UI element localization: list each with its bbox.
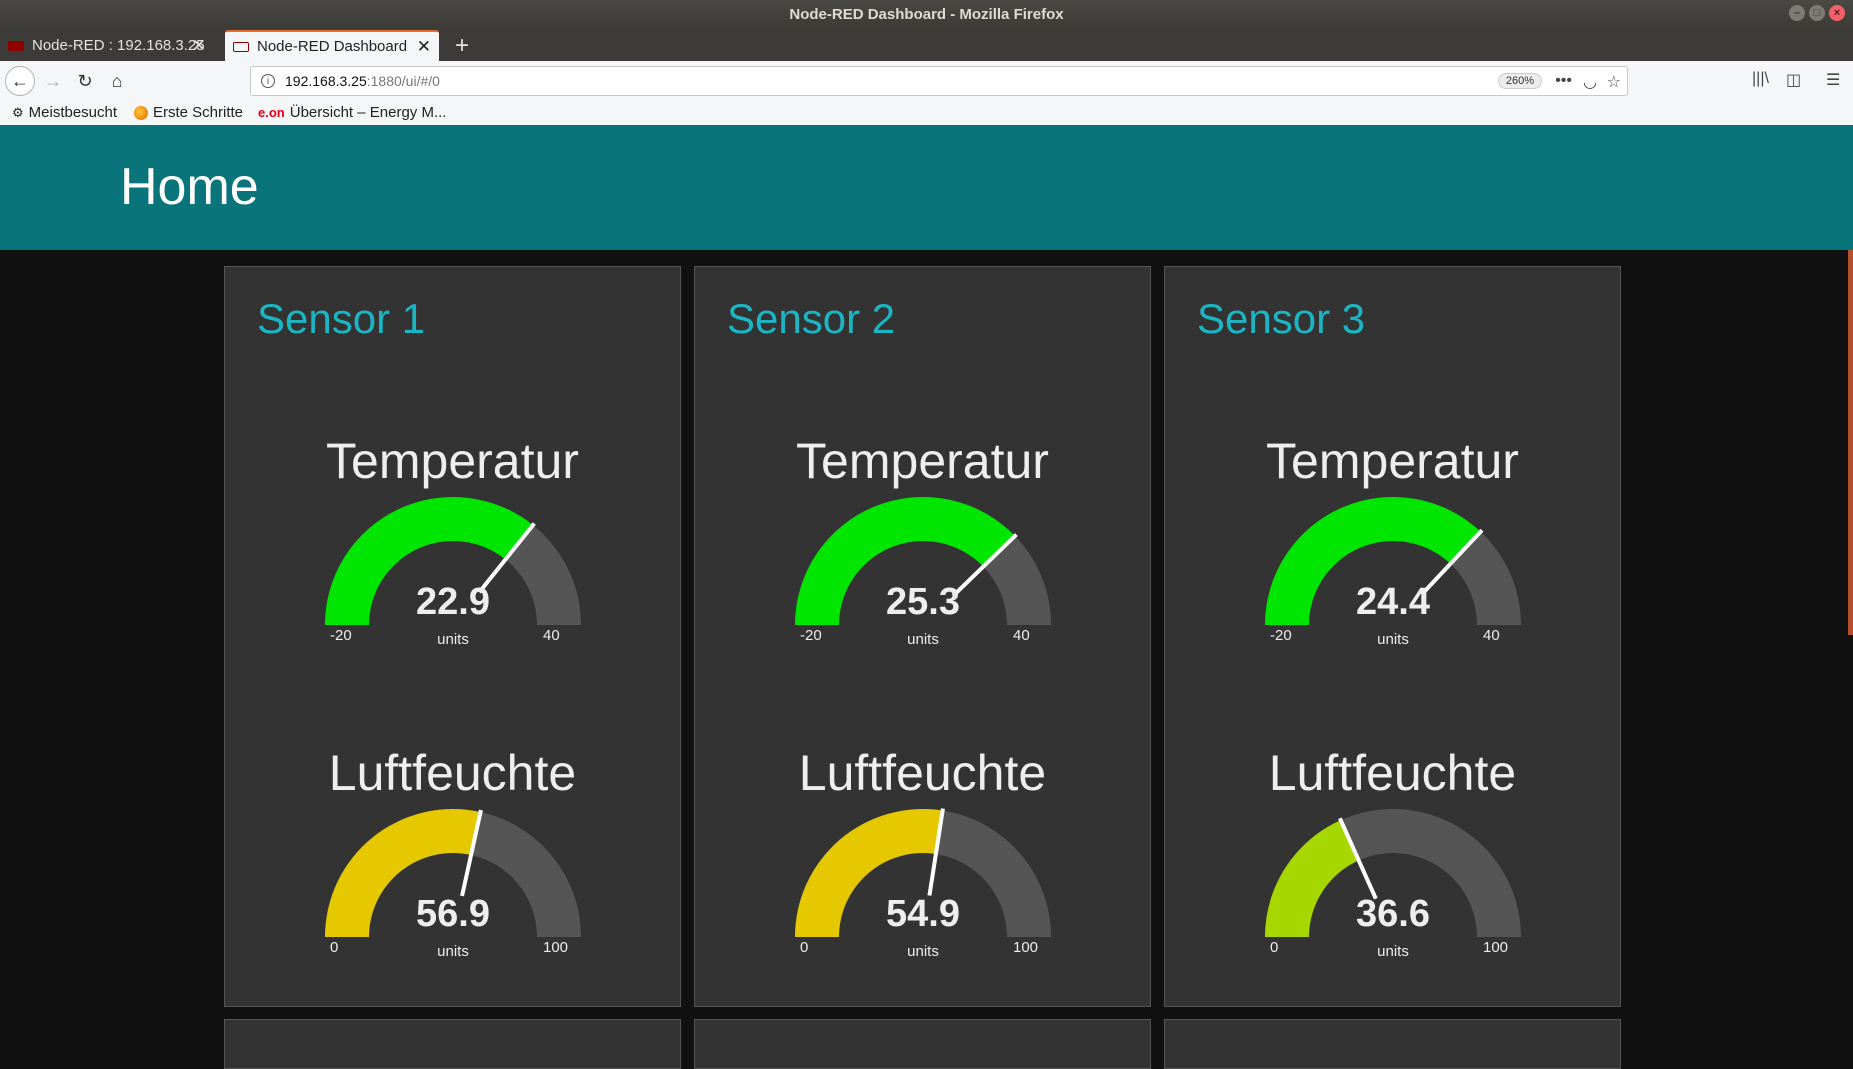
gauge-title: Temperatur	[1266, 433, 1519, 489]
bookmark-label: Übersicht – Energy M...	[289, 104, 447, 121]
gauge-max: 40	[1483, 627, 1500, 644]
bookmarks-bar: ⚙ Meistbesucht Erste Schritte e.on Übers…	[0, 101, 1853, 125]
back-icon[interactable]: ←	[5, 66, 35, 96]
close-tab-icon[interactable]: ✕	[192, 36, 206, 56]
tab-node-red-dashboard[interactable]: Node-RED Dashboard ✕	[225, 30, 439, 61]
gauge-title: Luftfeuchte	[1268, 745, 1517, 801]
close-window-icon[interactable]: ×	[1829, 5, 1845, 21]
humidity-gauge: 54.9 units 0 100	[790, 807, 1056, 960]
page-title: Home	[120, 158, 259, 216]
url-bar[interactable]: i 192.168.3.25 :1880/ui/#/0 260% ••• ◡ ☆	[250, 66, 1628, 96]
gauge-value: 56.9	[416, 893, 490, 935]
hamburger-menu-icon[interactable]: ☰	[1826, 70, 1840, 90]
temperature-gauge: 25.3 units -20 40	[790, 495, 1056, 648]
node-red-icon	[8, 39, 24, 53]
sensor-card: Sensor 1 Temperatur 22.9 units -20 40 Lu…	[224, 266, 681, 1007]
gauge-title: Temperatur	[326, 433, 579, 489]
forward-icon[interactable]: →	[40, 68, 66, 94]
node-red-icon	[233, 40, 249, 54]
gauge-max: 100	[543, 939, 569, 956]
library-icon[interactable]: |||\	[1752, 70, 1769, 88]
gauge-value: 54.9	[886, 893, 960, 935]
window-titlebar: Node-RED Dashboard - Mozilla Firefox – □…	[0, 0, 1853, 28]
bookmark-label: Meistbesucht	[28, 104, 118, 121]
dashboard-header: Home	[0, 125, 1853, 250]
humidity-gauge: 36.6 units 0 100	[1260, 807, 1526, 960]
reload-icon[interactable]: ↻	[72, 68, 98, 94]
gauge-value: 24.4	[1356, 581, 1430, 623]
gauge-min: -20	[330, 627, 352, 644]
card-title: Sensor 3	[1197, 295, 1366, 342]
gauge-max: 40	[543, 627, 560, 644]
gear-icon: ⚙	[12, 104, 24, 120]
gauge-title: Luftfeuchte	[798, 745, 1047, 801]
gauge-max: 100	[1483, 939, 1509, 956]
sensor-card-partial	[694, 1019, 1151, 1069]
maximize-icon[interactable]: □	[1809, 5, 1825, 21]
temperature-gauge: 24.4 units -20 40	[1260, 495, 1526, 648]
firefox-icon	[134, 105, 148, 120]
minimize-icon[interactable]: –	[1789, 5, 1805, 21]
tab-label: Node-RED Dashboard	[257, 38, 408, 55]
page-actions-icon[interactable]: •••	[1555, 72, 1572, 90]
url-path: :1880/ui/#/0	[366, 73, 440, 89]
close-tab-icon[interactable]: ✕	[417, 37, 431, 57]
tab-node-red-editor[interactable]: Node-RED : 192.168.3.25 ✕	[0, 30, 214, 61]
bookmark-label: Erste Schritte	[153, 104, 244, 121]
sensor-card: Sensor 2 Temperatur 25.3 units -20 40 Lu…	[694, 266, 1151, 1007]
card-title: Sensor 1	[257, 295, 426, 342]
window-controls: – □ ×	[1789, 5, 1845, 21]
scrollbar-thumb[interactable]	[1848, 250, 1853, 635]
url-host: 192.168.3.25	[285, 73, 367, 89]
gauge-min: 0	[1270, 939, 1279, 956]
gauge-max: 40	[1013, 627, 1030, 644]
site-info-icon[interactable]: i	[261, 74, 275, 88]
gauge-title: Luftfeuchte	[328, 745, 577, 801]
bookmark-meistbesucht[interactable]: ⚙ Meistbesucht	[12, 104, 117, 121]
window-title: Node-RED Dashboard - Mozilla Firefox	[789, 5, 1064, 23]
sensor-card-partial	[1164, 1019, 1621, 1069]
new-tab-icon[interactable]: +	[455, 32, 469, 60]
eon-icon: e.on	[258, 105, 285, 120]
gauge-value: 25.3	[886, 581, 960, 623]
bookmark-star-icon[interactable]: ☆	[1607, 72, 1621, 92]
gauge-min: -20	[800, 627, 822, 644]
bookmark-erste-schritte[interactable]: Erste Schritte	[134, 104, 243, 121]
pocket-icon[interactable]: ◡	[1583, 72, 1597, 92]
sensor-card-partial	[224, 1019, 681, 1069]
home-icon[interactable]: ⌂	[104, 68, 130, 94]
tab-strip: Node-RED : 192.168.3.25 ✕ Node-RED Dashb…	[0, 28, 1853, 61]
gauge-value: 36.6	[1356, 893, 1430, 935]
gauge-value: 22.9	[416, 581, 490, 623]
gauge-title: Temperatur	[796, 433, 1049, 489]
sidebar-icon[interactable]: ◫	[1786, 70, 1801, 90]
navigation-bar: ← → ↻ ⌂ i 192.168.3.25 :1880/ui/#/0 260%…	[0, 61, 1853, 102]
card-title: Sensor 2	[727, 295, 896, 342]
sensor-card: Sensor 3 Temperatur 24.4 units -20 40 Lu…	[1164, 266, 1621, 1007]
temperature-gauge: 22.9 units -20 40	[320, 495, 586, 648]
gauge-max: 100	[1013, 939, 1039, 956]
bookmark-energy-manager[interactable]: e.on Übersicht – Energy M...	[258, 104, 446, 121]
gauge-min: 0	[800, 939, 809, 956]
gauge-min: 0	[330, 939, 339, 956]
humidity-gauge: 56.9 units 0 100	[320, 807, 586, 960]
tab-label: Node-RED : 192.168.3.25	[32, 37, 205, 54]
gauge-min: -20	[1270, 627, 1292, 644]
zoom-level-badge[interactable]: 260%	[1497, 73, 1542, 89]
